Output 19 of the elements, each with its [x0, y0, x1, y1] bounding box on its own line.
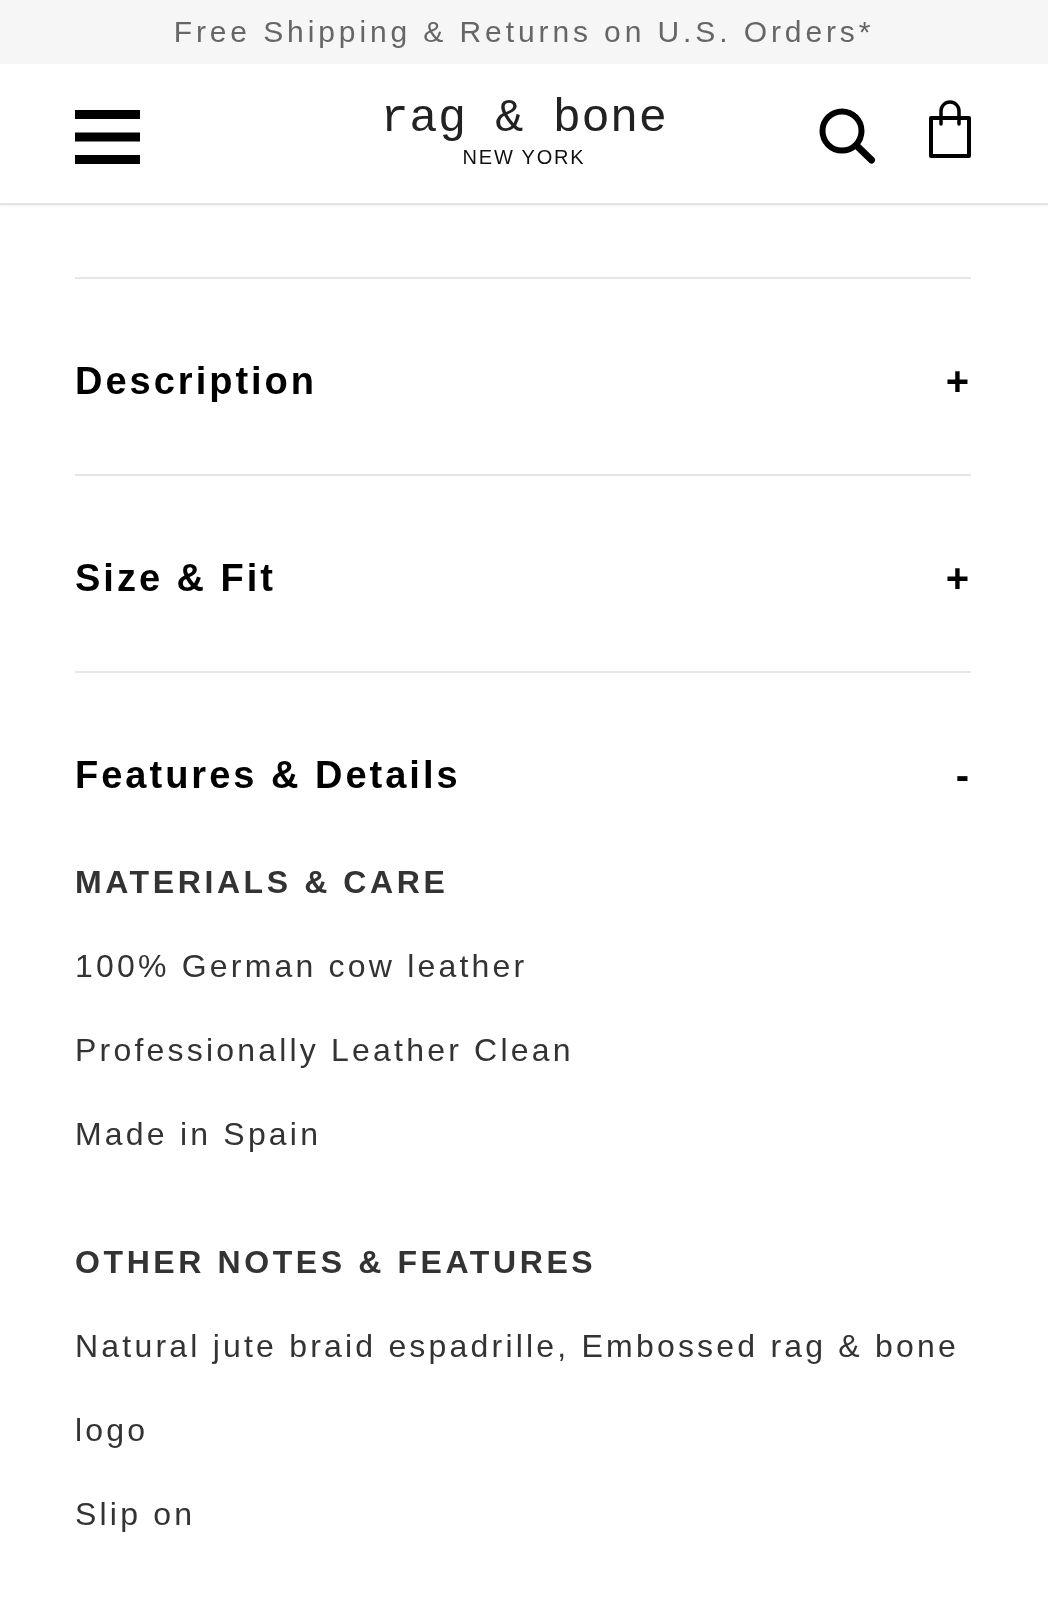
detail-text: Natural jute braid espadrille, Embossed rag & bone logo: [75, 1327, 960, 1450]
brand-logo[interactable]: rag & bone: [380, 94, 668, 143]
expand-button[interactable]: +: [943, 356, 971, 406]
section-heading: MATERIALS & CARE: [75, 863, 450, 902]
promo-text: Free Shipping & Returns on U.S. Orders*: [173, 14, 875, 50]
section-heading: OTHER NOTES & FEATURES: [75, 1243, 598, 1282]
detail-text: Made in Spain: [75, 1115, 323, 1154]
detail-text: 100% German cow leather: [75, 947, 529, 986]
expand-button[interactable]: +: [943, 553, 971, 603]
shopping-bag-icon[interactable]: [927, 100, 973, 159]
detail-text: Slip on: [75, 1495, 197, 1534]
accordion-title[interactable]: Description: [75, 356, 318, 406]
search-icon[interactable]: [819, 107, 876, 164]
collapse-button[interactable]: -: [953, 750, 971, 800]
accordion-title[interactable]: Features & Details: [75, 750, 461, 800]
accordion-title[interactable]: Size & Fit: [75, 553, 277, 603]
detail-text: Professionally Leather Clean: [75, 1031, 575, 1070]
menu-icon[interactable]: [75, 109, 140, 164]
brand-tagline: NEW YORK: [462, 144, 586, 169]
